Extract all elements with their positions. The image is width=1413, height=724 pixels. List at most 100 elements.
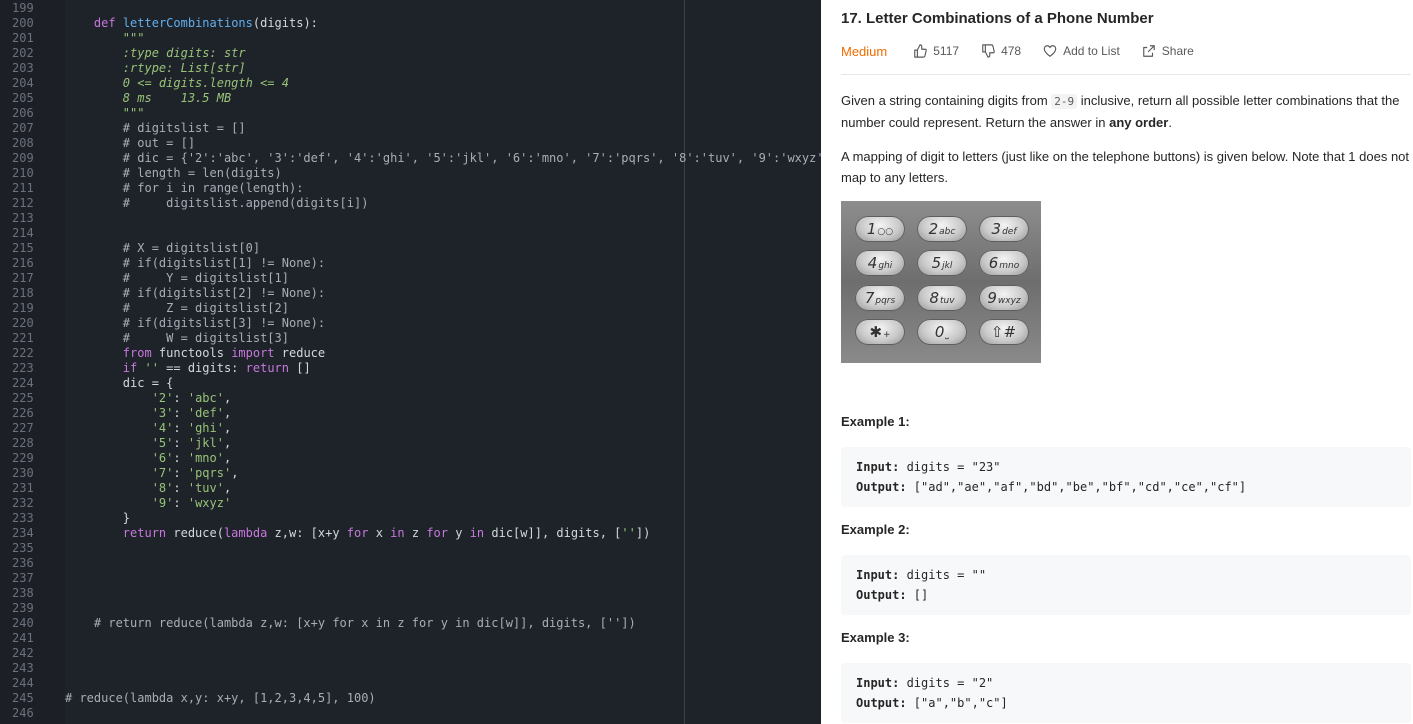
line-number: 212	[12, 196, 34, 210]
code-line[interactable]: # X = digitslist[0]	[65, 241, 260, 256]
problem-panel: 17. Letter Combinations of a Phone Numbe…	[821, 0, 1413, 724]
key-digit: 6	[988, 254, 999, 272]
key-digit: ⇧#	[990, 323, 1017, 341]
line-number: 220	[12, 316, 34, 330]
code-line[interactable]: '7': 'pqrs',	[65, 466, 239, 481]
code-line[interactable]: '2': 'abc',	[65, 391, 232, 406]
code-line[interactable]: # digitslist.append(digits[i])	[65, 196, 369, 211]
keypad-key: 0⎵	[917, 319, 967, 345]
code-area[interactable]: def letterCombinations(digits): """ :typ…	[65, 0, 821, 724]
code-line[interactable]: '4': 'ghi',	[65, 421, 232, 436]
line-number: 205	[12, 91, 34, 105]
like-count: 5117	[933, 44, 960, 58]
line-number: 211	[12, 181, 34, 195]
add-to-list-label: Add to List	[1063, 44, 1120, 58]
inline-code: 2-9	[1051, 94, 1078, 109]
key-digit: 1	[866, 220, 877, 238]
code-line[interactable]: return reduce(lambda z,w: [x+y for x in …	[65, 526, 651, 541]
line-number: 218	[12, 286, 34, 300]
key-digit: 5	[931, 254, 942, 272]
line-number: 232	[12, 496, 34, 510]
line-number: 225	[12, 391, 34, 405]
code-line[interactable]: """	[65, 31, 145, 46]
code-line[interactable]: '3': 'def',	[65, 406, 232, 421]
line-number: 226	[12, 406, 34, 420]
code-line[interactable]: # digitslist = []	[65, 121, 246, 136]
code-line[interactable]: :rtype: List[str]	[65, 61, 246, 76]
key-digit: ✱	[869, 323, 883, 341]
output-value: []	[906, 588, 929, 602]
line-number: 203	[12, 61, 34, 75]
example-box: Input: digits = "" Output: []	[841, 555, 1411, 615]
code-line[interactable]: # Z = digitslist[2]	[65, 301, 289, 316]
code-line[interactable]: # length = len(digits)	[65, 166, 282, 181]
line-number: 201	[12, 31, 34, 45]
code-line[interactable]: '6': 'mno',	[65, 451, 232, 466]
key-letters: abc	[939, 227, 956, 237]
line-number: 246	[12, 706, 34, 720]
heart-icon	[1043, 45, 1057, 57]
code-line[interactable]: 0 <= digits.length <= 4	[65, 76, 289, 91]
line-number: 240	[12, 616, 34, 630]
keypad-key: 8tuv	[917, 285, 967, 311]
line-number: 222	[12, 346, 34, 360]
difficulty-badge: Medium	[841, 43, 888, 59]
line-number: 214	[12, 226, 34, 240]
line-number: 224	[12, 376, 34, 390]
code-line[interactable]: # return reduce(lambda z,w: [x+y for x i…	[65, 616, 636, 631]
code-line[interactable]: """	[65, 106, 145, 121]
key-letters: tuv	[939, 296, 955, 306]
line-number: 207	[12, 121, 34, 135]
share-button[interactable]: Share	[1142, 44, 1194, 58]
thumbs-up-icon	[914, 44, 928, 58]
desc-text: .	[1168, 115, 1172, 130]
input-value: digits = "23"	[899, 460, 1001, 474]
desc-bold: any order	[1109, 115, 1169, 130]
keypad-key: 7pqrs	[855, 285, 905, 311]
key-digit: 2	[928, 220, 939, 238]
code-line[interactable]: # Y = digitslist[1]	[65, 271, 289, 286]
code-line[interactable]: dic = {	[65, 376, 174, 391]
like-button[interactable]: 5117	[913, 44, 959, 58]
code-line[interactable]: # dic = {'2':'abc', '3':'def', '4':'ghi'…	[65, 151, 821, 166]
dislike-button[interactable]: 478	[981, 44, 1021, 58]
code-line[interactable]: :type digits: str	[65, 46, 246, 61]
keypad-key: 5jkl	[917, 250, 967, 276]
code-line[interactable]: # for i in range(length):	[65, 181, 304, 196]
code-line[interactable]: }	[65, 511, 130, 526]
line-number: 204	[12, 76, 34, 90]
line-number: 243	[12, 661, 34, 675]
code-line[interactable]: # if(digitslist[2] != None):	[65, 286, 325, 301]
code-editor[interactable]: 199 200 201 202 203 204 205 206 207 208 209 210 211 2…	[0, 0, 821, 724]
key-digit: 4	[867, 254, 878, 272]
add-to-list-button[interactable]: Add to List	[1043, 44, 1120, 58]
key-letters: jkl	[942, 261, 953, 271]
share-label: Share	[1161, 44, 1194, 58]
code-line[interactable]: # if(digitslist[1] != None):	[65, 256, 325, 271]
code-line[interactable]: # reduce(lambda x,y: x+y, [1,2,3,4,5], 1…	[65, 691, 376, 706]
line-number: 223	[12, 361, 34, 375]
code-line[interactable]: def letterCombinations(digits):	[65, 16, 318, 31]
line-number: 229	[12, 451, 34, 465]
output-value: ["ad","ae","af","bd","be","bf","cd","ce"…	[906, 480, 1247, 494]
line-number: 238	[12, 586, 34, 600]
code-line[interactable]: if '' == digits: return []	[65, 361, 311, 376]
key-digit: 9	[987, 289, 997, 307]
line-number: 239	[12, 601, 34, 615]
keypad-key: 2abc	[917, 216, 967, 242]
code-line[interactable]: # W = digitslist[3]	[65, 331, 289, 346]
problem-title: 17. Letter Combinations of a Phone Numbe…	[841, 10, 1154, 27]
keypad-key: ⇧#	[979, 319, 1029, 345]
code-line[interactable]: '5': 'jkl',	[65, 436, 232, 451]
key-letters: def	[1002, 227, 1017, 237]
line-number: 241	[12, 631, 34, 645]
code-line[interactable]: # if(digitslist[3] != None):	[65, 316, 325, 331]
code-line[interactable]: '8': 'tuv',	[65, 481, 232, 496]
line-number: 208	[12, 136, 34, 150]
code-line[interactable]: from functools import reduce	[65, 346, 325, 361]
example-title: Example 3:	[841, 630, 910, 645]
code-line[interactable]: # out = []	[65, 136, 195, 151]
code-line[interactable]: 8 ms 13.5 MB	[65, 91, 231, 106]
key-letters: ○○	[877, 227, 894, 237]
code-line[interactable]: '9': 'wxyz'	[65, 496, 232, 511]
